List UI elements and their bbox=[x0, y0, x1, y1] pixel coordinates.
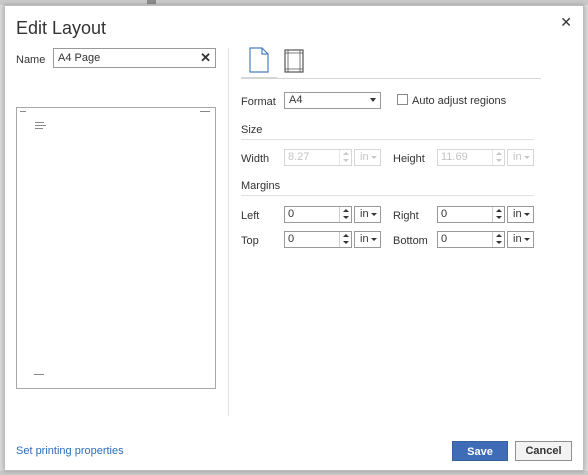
spin-up-icon[interactable] bbox=[343, 152, 349, 155]
chevron-down-icon bbox=[371, 213, 377, 216]
chevron-down-icon bbox=[524, 213, 530, 216]
spinner-arrows bbox=[492, 207, 504, 222]
left-margin-unit: in bbox=[360, 208, 369, 220]
backdrop-tick bbox=[147, 0, 156, 4]
height-unit-select[interactable]: in bbox=[507, 149, 534, 166]
spin-down-icon[interactable] bbox=[496, 159, 502, 162]
bottom-margin-value: 0 bbox=[441, 233, 448, 245]
spin-down-icon[interactable] bbox=[496, 241, 502, 244]
width-unit-select[interactable]: in bbox=[354, 149, 381, 166]
close-icon[interactable]: ✕ bbox=[560, 14, 572, 31]
spin-down-icon[interactable] bbox=[343, 216, 349, 219]
width-spinner[interactable]: 8.27 bbox=[284, 149, 352, 166]
cancel-button[interactable]: Cancel bbox=[515, 441, 572, 461]
preview-header-right bbox=[200, 111, 210, 112]
clear-icon[interactable]: ✕ bbox=[200, 50, 211, 66]
left-margin-label: Left bbox=[241, 210, 260, 222]
tab-underline bbox=[241, 78, 541, 79]
preview-block-line bbox=[35, 122, 44, 123]
name-label: Name bbox=[16, 54, 46, 66]
chevron-down-icon bbox=[370, 98, 376, 102]
margins-heading: Margins bbox=[241, 180, 281, 192]
left-margin-unit-select[interactable]: in bbox=[354, 206, 381, 223]
name-input[interactable]: A4 Page ✕ bbox=[53, 48, 216, 68]
preview-header-left bbox=[20, 111, 26, 112]
set-printing-properties-link[interactable]: Set printing properties bbox=[16, 445, 124, 457]
margins-divider bbox=[241, 195, 534, 196]
height-label: Height bbox=[393, 153, 425, 165]
top-margin-unit: in bbox=[360, 233, 369, 245]
spin-up-icon[interactable] bbox=[343, 234, 349, 237]
spinner-arrows bbox=[339, 232, 351, 247]
right-margin-unit: in bbox=[513, 208, 522, 220]
preview-footer-line bbox=[34, 374, 44, 375]
left-margin-value: 0 bbox=[288, 208, 295, 220]
chevron-down-icon bbox=[524, 156, 530, 159]
right-margin-value: 0 bbox=[441, 208, 448, 220]
vertical-divider bbox=[228, 48, 229, 416]
right-margin-label: Right bbox=[393, 210, 419, 222]
active-tab-indicator bbox=[241, 77, 277, 79]
preview-block-line bbox=[35, 128, 43, 129]
height-unit: in bbox=[513, 151, 522, 163]
top-margin-unit-select[interactable]: in bbox=[354, 231, 381, 248]
spin-up-icon[interactable] bbox=[496, 152, 502, 155]
chevron-down-icon bbox=[371, 238, 377, 241]
margins-icon[interactable] bbox=[284, 49, 304, 73]
name-value: A4 Page bbox=[58, 52, 101, 64]
bottom-margin-unit-select[interactable]: in bbox=[507, 231, 534, 248]
edit-layout-dialog: Edit Layout ✕ Name A4 Page ✕ Format A4 A… bbox=[4, 5, 584, 471]
backdrop-bottom bbox=[0, 471, 588, 475]
spinner-arrows bbox=[492, 150, 504, 165]
top-margin-label: Top bbox=[241, 235, 259, 247]
auto-adjust-checkbox[interactable] bbox=[397, 94, 408, 105]
page-icon[interactable] bbox=[248, 47, 270, 73]
preview-block-line bbox=[35, 125, 46, 126]
size-heading: Size bbox=[241, 124, 263, 136]
bottom-margin-label: Bottom bbox=[393, 235, 428, 247]
left-margin-spinner[interactable]: 0 bbox=[284, 206, 352, 223]
spin-up-icon[interactable] bbox=[343, 209, 349, 212]
right-margin-spinner[interactable]: 0 bbox=[437, 206, 505, 223]
save-button[interactable]: Save bbox=[452, 441, 508, 461]
width-value: 8.27 bbox=[288, 151, 310, 163]
top-margin-value: 0 bbox=[288, 233, 295, 245]
format-select[interactable]: A4 bbox=[284, 92, 381, 109]
spin-down-icon[interactable] bbox=[496, 216, 502, 219]
spinner-arrows bbox=[339, 150, 351, 165]
width-label: Width bbox=[241, 153, 270, 165]
size-divider bbox=[241, 139, 534, 140]
width-unit: in bbox=[360, 151, 369, 163]
height-spinner[interactable]: 11.69 bbox=[437, 149, 505, 166]
dialog-title: Edit Layout bbox=[16, 18, 107, 38]
spinner-arrows bbox=[492, 232, 504, 247]
bottom-margin-unit: in bbox=[513, 233, 522, 245]
height-value: 11.69 bbox=[441, 151, 468, 163]
chevron-down-icon bbox=[371, 156, 377, 159]
format-value: A4 bbox=[289, 94, 303, 106]
bottom-margin-spinner[interactable]: 0 bbox=[437, 231, 505, 248]
layout-preview bbox=[16, 107, 216, 389]
right-margin-unit-select[interactable]: in bbox=[507, 206, 534, 223]
top-margin-spinner[interactable]: 0 bbox=[284, 231, 352, 248]
spin-up-icon[interactable] bbox=[496, 234, 502, 237]
spin-down-icon[interactable] bbox=[343, 241, 349, 244]
spin-up-icon[interactable] bbox=[496, 209, 502, 212]
chevron-down-icon bbox=[524, 238, 530, 241]
auto-adjust-label[interactable]: Auto adjust regions bbox=[412, 95, 506, 107]
spinner-arrows bbox=[339, 207, 351, 222]
format-label: Format bbox=[241, 96, 276, 108]
spin-down-icon[interactable] bbox=[343, 159, 349, 162]
